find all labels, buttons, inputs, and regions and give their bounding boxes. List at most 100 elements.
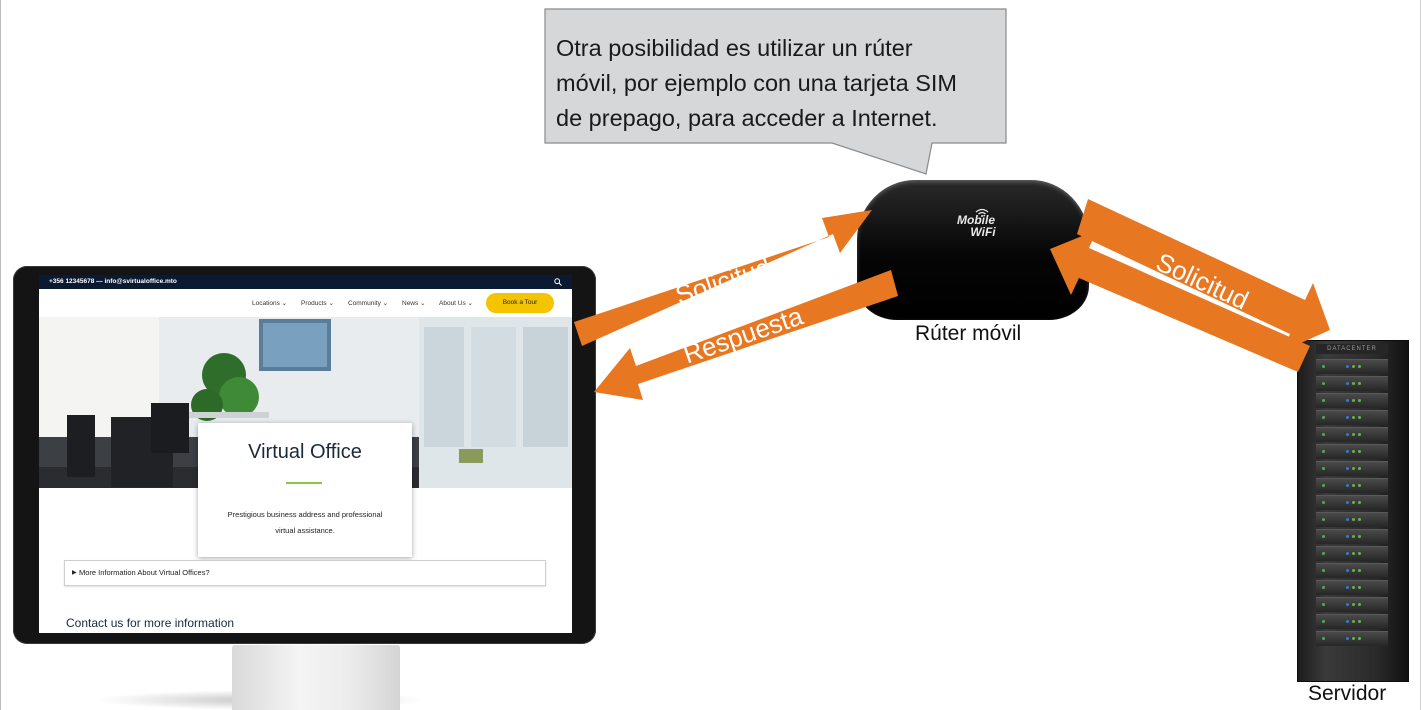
nav-item-news[interactable]: News ⌄	[402, 299, 426, 307]
server-bay	[1316, 427, 1388, 442]
status-led	[1352, 484, 1355, 487]
router-logo: Mobile WiFi	[946, 214, 1006, 238]
server-bay	[1316, 376, 1388, 391]
status-led	[1322, 586, 1325, 589]
nav-item-community[interactable]: Community ⌄	[348, 299, 388, 307]
status-led	[1352, 450, 1355, 453]
status-led	[1322, 620, 1325, 623]
status-led	[1346, 569, 1349, 572]
status-led	[1346, 501, 1349, 504]
status-led	[1322, 518, 1325, 521]
server-bay	[1316, 597, 1388, 612]
server-bay	[1316, 478, 1388, 493]
arrow-label-response-right: Respuesta	[1106, 294, 1233, 372]
faq-accordion[interactable]: ▶ More Information About Virtual Offices…	[64, 560, 546, 586]
status-led	[1352, 603, 1355, 606]
status-led	[1322, 535, 1325, 538]
status-led	[1358, 518, 1361, 521]
status-led	[1322, 433, 1325, 436]
status-led	[1322, 399, 1325, 402]
nav-item-label: Community	[348, 300, 381, 307]
callout-line: móvil, por ejemplo con una tarjeta SIM	[556, 70, 957, 96]
page-border-left	[0, 0, 1, 710]
status-led	[1346, 586, 1349, 589]
status-led	[1358, 467, 1361, 470]
status-led	[1322, 484, 1325, 487]
status-led	[1346, 518, 1349, 521]
status-led	[1358, 399, 1361, 402]
website-screen: +356 12345678 — info@svirtualoffice.mto …	[39, 275, 572, 633]
search-icon[interactable]	[554, 278, 562, 286]
status-led	[1358, 569, 1361, 572]
status-led	[1322, 552, 1325, 555]
page-border-right	[1420, 0, 1421, 710]
callout-line: de prepago, para acceder a Internet.	[556, 105, 938, 131]
caret-right-icon: ▶	[72, 570, 77, 576]
status-led	[1358, 416, 1361, 419]
status-led	[1352, 620, 1355, 623]
server-bay	[1316, 393, 1388, 408]
status-led	[1322, 467, 1325, 470]
status-led	[1346, 399, 1349, 402]
server-brand: DATACENTER	[1316, 344, 1388, 354]
status-led	[1352, 586, 1355, 589]
website-nav: Locations ⌄ Products ⌄ Community ⌄ News …	[39, 289, 572, 317]
nav-item-label: Locations	[252, 300, 280, 307]
status-led	[1346, 603, 1349, 606]
mobile-router	[857, 180, 1089, 320]
status-led	[1346, 484, 1349, 487]
title-divider	[286, 482, 322, 484]
status-led	[1346, 450, 1349, 453]
hero-subtitle-line: Prestigious business address and profess…	[227, 510, 383, 519]
status-led	[1352, 382, 1355, 385]
server-bay	[1316, 444, 1388, 459]
status-led	[1322, 382, 1325, 385]
status-led	[1352, 552, 1355, 555]
status-led	[1358, 484, 1361, 487]
status-led	[1346, 467, 1349, 470]
status-led	[1358, 637, 1361, 640]
nav-item-locations[interactable]: Locations ⌄	[252, 299, 287, 307]
status-led	[1358, 450, 1361, 453]
status-led	[1346, 416, 1349, 419]
router-label: Rúter móvil	[915, 322, 1022, 345]
server-bay	[1316, 512, 1388, 527]
status-led	[1358, 433, 1361, 436]
server-bay	[1316, 631, 1388, 646]
hero-card: Virtual Office Prestigious business addr…	[198, 423, 412, 557]
callout-text: Otra posibilidad es utilizar un rúter mó…	[556, 31, 996, 136]
arrow-label-request-left: Solicitud	[671, 251, 775, 311]
status-led	[1352, 501, 1355, 504]
status-led	[1358, 501, 1361, 504]
status-led	[1322, 569, 1325, 572]
status-led	[1358, 603, 1361, 606]
status-led	[1346, 620, 1349, 623]
accordion-label: More Information About Virtual Offices?	[79, 568, 210, 577]
status-led	[1352, 518, 1355, 521]
status-led	[1346, 382, 1349, 385]
status-led	[1322, 365, 1325, 368]
server-bay	[1316, 495, 1388, 510]
callout-line: Otra posibilidad es utilizar un rúter	[556, 35, 913, 61]
arrow-label-response-left: Respuesta	[679, 300, 807, 370]
status-led	[1358, 586, 1361, 589]
nav-item-about[interactable]: About Us ⌄	[439, 299, 473, 307]
contact-heading: Contact us for more information	[66, 616, 235, 630]
monitor-stand	[232, 645, 400, 710]
router-logo-line2: WiFi	[970, 225, 996, 239]
status-led	[1322, 501, 1325, 504]
book-tour-button[interactable]: Book a Tour	[486, 293, 554, 313]
server-label: Servidor	[1308, 682, 1387, 705]
server-bay	[1316, 614, 1388, 629]
status-led	[1352, 399, 1355, 402]
nav-item-products[interactable]: Products ⌄	[301, 299, 334, 307]
status-led	[1346, 552, 1349, 555]
status-led	[1322, 450, 1325, 453]
nav-item-label: Products	[301, 300, 327, 307]
status-led	[1352, 637, 1355, 640]
server-bay	[1316, 546, 1388, 561]
status-led	[1358, 365, 1361, 368]
status-led	[1346, 637, 1349, 640]
status-led	[1352, 365, 1355, 368]
status-led	[1358, 535, 1361, 538]
